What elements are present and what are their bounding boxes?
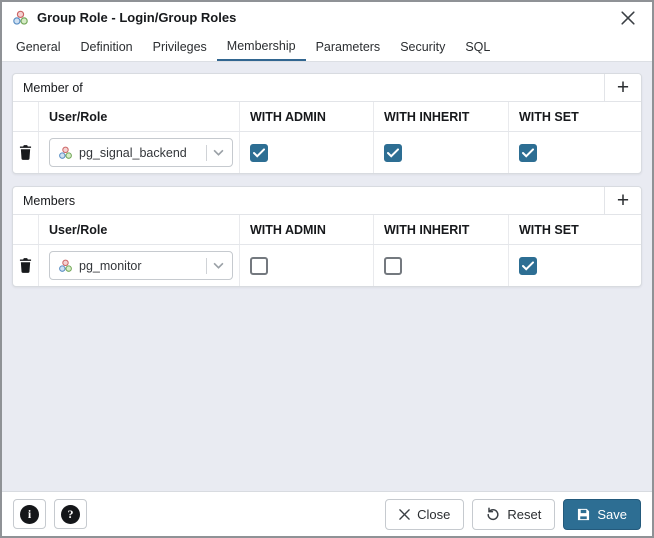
chevron-down-icon <box>213 262 224 269</box>
chevron-down-icon <box>213 149 224 156</box>
members-section: Members + User/Role WITH ADMIN WITH INHE… <box>12 186 642 287</box>
title-bar: Group Role - Login/Group Roles <box>2 2 652 33</box>
save-button-label: Save <box>597 506 627 522</box>
column-header-with-admin: WITH ADMIN <box>240 215 374 244</box>
trash-icon <box>19 258 32 273</box>
info-button[interactable]: i <box>13 499 46 529</box>
close-button[interactable]: Close <box>385 498 465 530</box>
tab-general[interactable]: General <box>6 33 70 61</box>
role-select-value: pg_signal_backend <box>79 145 187 160</box>
membership-panel: Member of + User/Role WITH ADMIN WITH IN… <box>2 62 652 491</box>
add-icon: + <box>616 76 630 99</box>
role-icon <box>58 146 73 160</box>
with-admin-checkbox[interactable] <box>250 143 268 162</box>
save-icon <box>577 508 590 521</box>
tab-security[interactable]: Security <box>390 33 455 61</box>
table-header-row: User/Role WITH ADMIN WITH INHERIT WITH S… <box>13 102 641 132</box>
column-header-with-inherit: WITH INHERIT <box>374 215 509 244</box>
tab-sql[interactable]: SQL <box>455 33 500 61</box>
reset-button-label: Reset <box>507 506 542 522</box>
close-button-label: Close <box>417 506 451 522</box>
close-icon <box>621 10 635 25</box>
help-button[interactable]: ? <box>54 499 87 529</box>
group-role-dialog: Group Role - Login/Group Roles General D… <box>0 0 654 538</box>
with-inherit-checkbox[interactable] <box>384 143 402 162</box>
column-header-with-set: WITH SET <box>519 222 579 237</box>
section-title: Member of <box>23 80 83 95</box>
section-title: Members <box>23 193 76 208</box>
member-of-table: User/Role WITH ADMIN WITH INHERIT WITH S… <box>13 102 641 173</box>
table-row: pg_monitor <box>13 245 641 286</box>
role-select-value: pg_monitor <box>79 258 142 273</box>
dialog-title: Group Role - Login/Group Roles <box>37 10 237 25</box>
member-of-section: Member of + User/Role WITH ADMIN WITH IN… <box>12 73 642 174</box>
trash-icon <box>19 145 32 160</box>
delete-row-button[interactable] <box>13 245 38 286</box>
members-header: Members + <box>13 187 641 215</box>
tab-privileges[interactable]: Privileges <box>143 33 217 61</box>
with-set-checkbox[interactable] <box>519 256 537 275</box>
help-icon: ? <box>61 504 80 524</box>
delete-column-header <box>13 215 39 244</box>
tab-parameters[interactable]: Parameters <box>306 33 391 61</box>
select-divider <box>206 257 207 274</box>
column-header-user-role: User/Role <box>39 215 240 244</box>
tab-bar: General Definition Privileges Membership… <box>2 33 652 62</box>
info-icon: i <box>20 504 39 524</box>
add-member-of-row-button[interactable]: + <box>604 74 641 101</box>
table-row: pg_signal_backend <box>13 132 641 173</box>
column-header-with-inherit: WITH INHERIT <box>374 102 509 131</box>
table-header-row: User/Role WITH ADMIN WITH INHERIT WITH S… <box>13 215 641 245</box>
footer-bar: i ? Close Reset Save <box>2 491 652 536</box>
delete-column-header <box>13 102 39 131</box>
role-icon <box>58 259 73 273</box>
members-table: User/Role WITH ADMIN WITH INHERIT WITH S… <box>13 215 641 286</box>
with-inherit-checkbox[interactable] <box>384 256 402 275</box>
select-divider <box>206 144 207 161</box>
tab-definition[interactable]: Definition <box>70 33 142 61</box>
column-header-user-role: User/Role <box>39 102 240 131</box>
close-icon <box>399 508 410 520</box>
dialog-close-button[interactable] <box>618 8 638 28</box>
role-select[interactable]: pg_monitor <box>49 251 233 280</box>
add-members-row-button[interactable]: + <box>604 187 641 214</box>
column-header-with-set: WITH SET <box>519 109 579 124</box>
reset-icon <box>486 507 500 521</box>
add-icon: + <box>616 189 630 212</box>
group-role-icon <box>12 10 29 26</box>
reset-button[interactable]: Reset <box>472 498 556 530</box>
with-set-checkbox[interactable] <box>519 143 537 162</box>
member-of-header: Member of + <box>13 74 641 102</box>
save-button[interactable]: Save <box>563 498 641 530</box>
tab-membership[interactable]: Membership <box>216 33 306 61</box>
column-header-with-admin: WITH ADMIN <box>240 102 374 131</box>
delete-row-button[interactable] <box>13 132 38 173</box>
with-admin-checkbox[interactable] <box>250 256 268 275</box>
role-select[interactable]: pg_signal_backend <box>49 138 233 167</box>
